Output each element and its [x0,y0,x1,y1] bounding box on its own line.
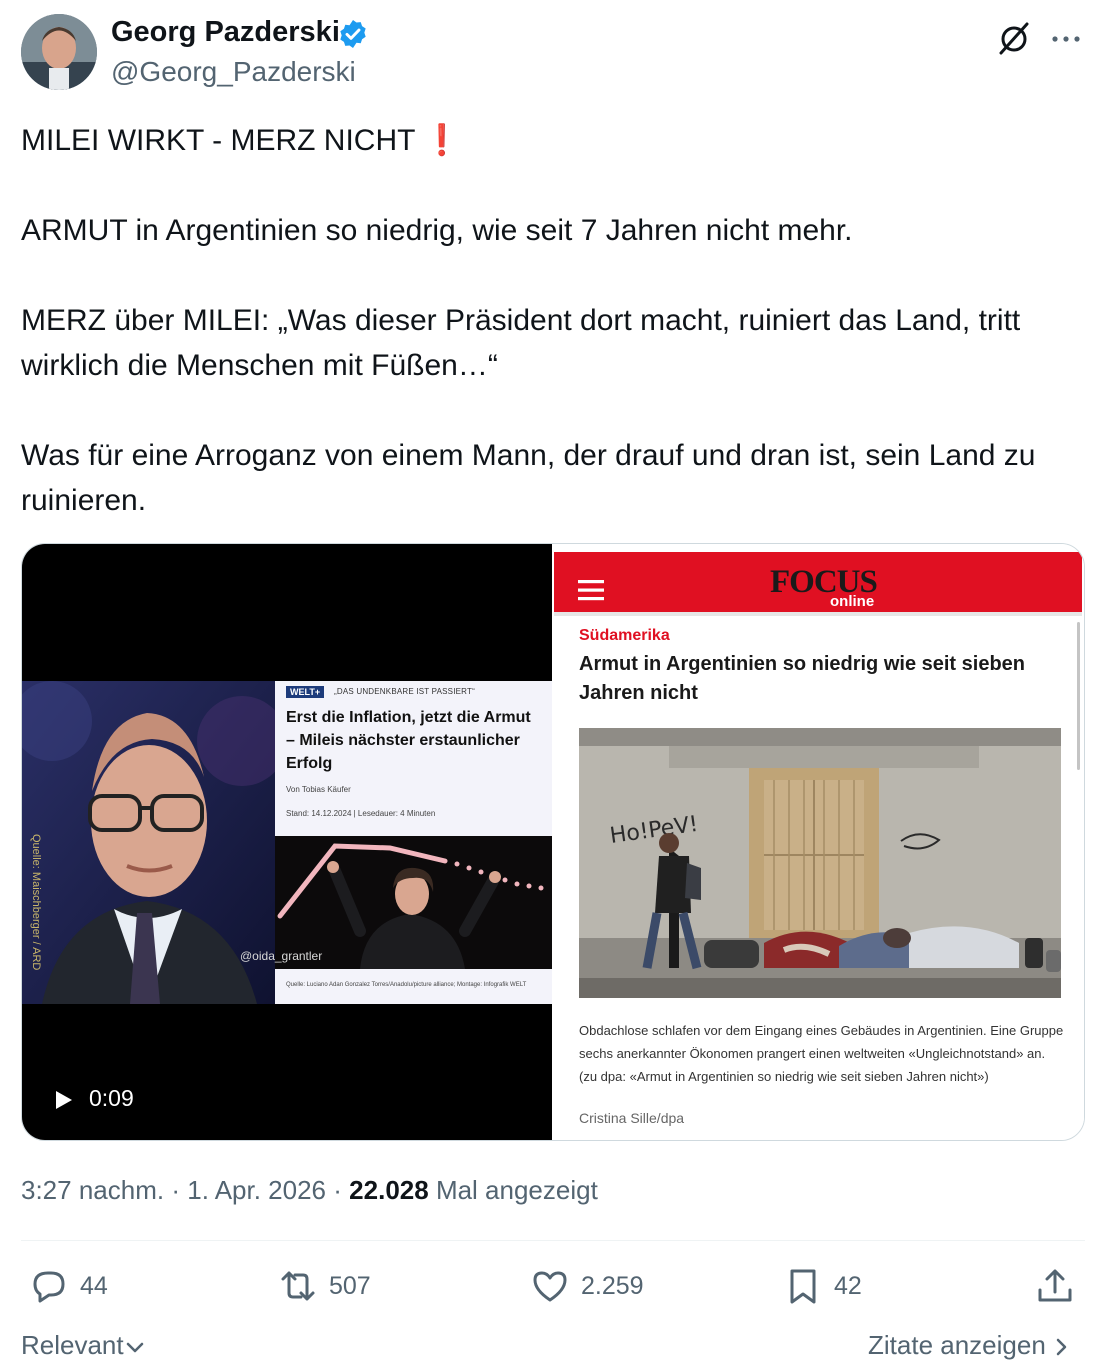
tweet-date[interactable]: 1. Apr. 2026 [187,1175,326,1205]
meta-separator: · [171,1175,180,1205]
video-duration: 0:09 [89,1085,134,1111]
meta-separator: · [333,1175,342,1205]
reply-icon [33,1271,65,1303]
article-caption: Obdachlose schlafen vor dem Eingang eine… [579,1023,1064,1084]
tweet-line-1: MILEI WIRKT - MERZ NICHT ❗ [21,118,1085,163]
tweet-header: Georg Pazderski @Georg_Pazderski [21,14,1085,94]
video-frame-speaker [22,681,275,1004]
media-grid: WELT+ „DAS UNDENKBARE IST PASSIERT“ Erst… [21,543,1085,1141]
welt-kicker: „DAS UNDENKBARE IST PASSIERT“ [334,687,475,696]
more-icon[interactable] [1049,22,1083,56]
sort-label: Relevant [21,1330,124,1360]
tweet-line-2: ARMUT in Argentinien so niedrig, wie sei… [21,214,853,247]
author-handle[interactable]: @Georg_Pazderski [111,56,356,88]
article-screenshot[interactable]: FOCUS online Südamerika Armut in Argenti… [554,544,1084,1140]
welt-meta: Stand: 14.12.2024 | Lesedauer: 4 Minuten [286,809,436,818]
tweet-headline-text: MILEI WIRKT - MERZ NICHT [21,124,415,157]
verified-badge-icon [337,18,369,50]
scrollbar [1077,622,1080,770]
focus-navbar: FOCUS online [554,552,1082,612]
share-icon [1038,1269,1072,1302]
welt-headline: Erst die Inflation, jetzt die Armut – Mi… [286,709,531,772]
chevron-right-icon [1056,1338,1067,1356]
article-category: Südamerika [579,627,670,644]
exclamation-emoji: ❗ [423,124,461,157]
welt-image-credit: Quelle: Luciano Adan Gonzalez Torres/Ana… [275,969,552,1004]
tweet-text: MILEI WIRKT - MERZ NICHT ❗ ARMUT in Arge… [21,118,1085,523]
tweet-line-3: MERZ über MILEI: „Was dieser Präsident d… [21,304,1021,382]
article-photo-credit: Cristina Sille/dpa [579,1110,685,1126]
play-icon[interactable] [52,1089,74,1111]
views-count: 22.028 [349,1175,429,1205]
chevron-down-icon [126,1342,143,1353]
tweet-time[interactable]: 3:27 nachm. [21,1175,164,1205]
article-headline: Armut in Argentinien so niedrig wie seit… [579,653,1025,704]
quotes-label: Zitate anzeigen [868,1330,1046,1360]
welt-article-card: WELT+ „DAS UNDENKBARE IST PASSIERT“ Erst… [275,681,552,836]
focus-logo-sub: online [830,593,875,610]
view-quotes-link[interactable]: Zitate anzeigen [868,1330,1068,1361]
video-watermark: @oida_grantler [240,949,323,963]
video-source-label: Quelle: Maischberger / ARD [30,834,42,971]
hamburger-menu-icon [578,579,604,601]
divider [21,1240,1085,1241]
tweet-line-4: Was für eine Arroganz von einem Mann, de… [21,439,1036,517]
heart-icon [533,1271,567,1302]
repost-count: 507 [329,1272,371,1300]
article-photo: Ho!PeV! [579,728,1061,998]
bookmark-count: 42 [834,1272,862,1300]
navbar-shadow [554,612,1082,616]
video-player[interactable]: WELT+ „DAS UNDENKBARE IST PASSIERT“ Erst… [22,544,552,1140]
reply-sort-dropdown[interactable]: Relevant [21,1330,144,1361]
like-count: 2.259 [581,1272,644,1300]
reply-count: 44 [80,1272,108,1300]
tweet-timestamp: 3:27 nachm. · 1. Apr. 2026 · 22.028 Mal … [21,1175,598,1206]
repost-icon [281,1271,315,1301]
grok-icon[interactable] [996,20,1032,56]
welt-author: Von Tobias Käufer [286,785,351,794]
welt-logo: WELT+ [286,686,325,698]
author-name[interactable]: Georg Pazderski [111,16,340,49]
avatar[interactable] [21,14,97,90]
views-label: Mal angezeigt [435,1175,598,1205]
bookmark-icon [790,1269,816,1304]
